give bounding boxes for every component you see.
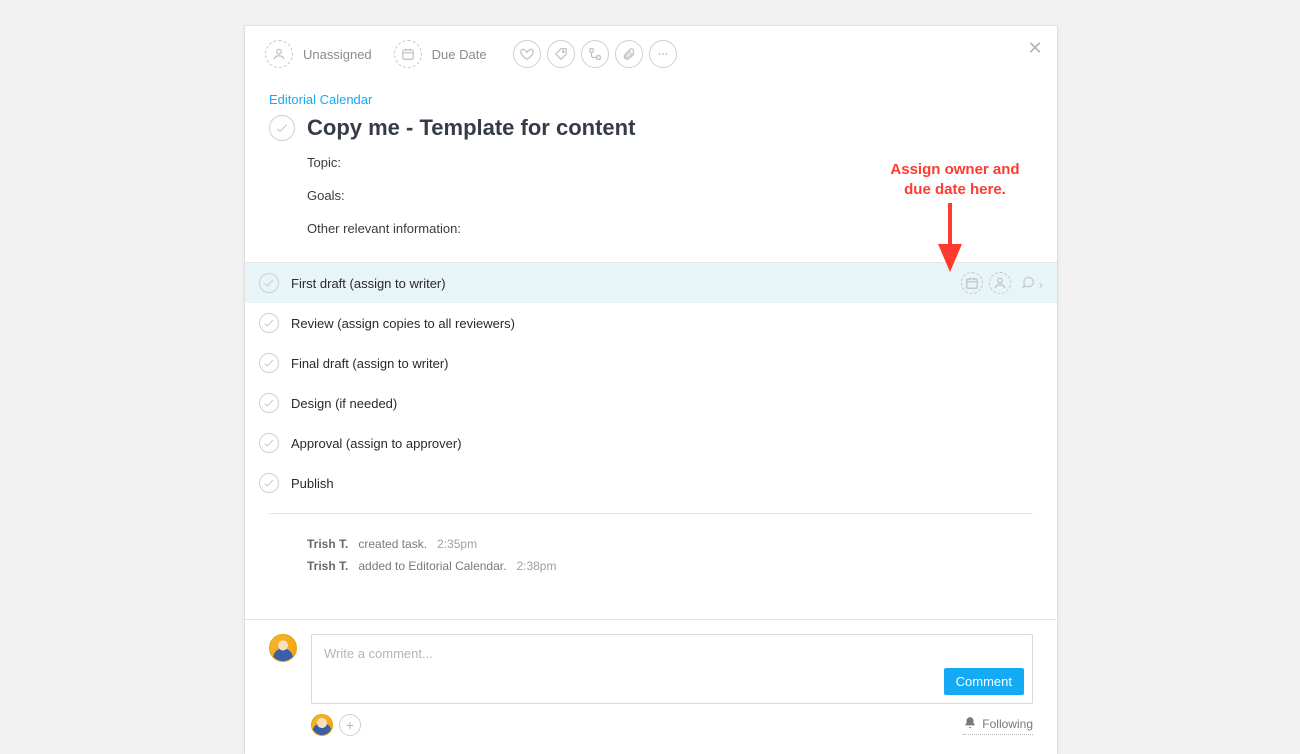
- check-icon: [262, 476, 276, 490]
- subtask-row[interactable]: Publish ›: [245, 463, 1057, 503]
- calendar-icon: [401, 47, 415, 61]
- heart-icon: [520, 47, 534, 61]
- subtask-complete-button[interactable]: [259, 353, 279, 373]
- subtask-due-date-button[interactable]: [961, 272, 983, 294]
- bell-icon: [963, 716, 977, 733]
- paperclip-icon: [622, 47, 636, 61]
- activity-action: added to Editorial Calendar.: [358, 556, 506, 578]
- check-icon: [274, 120, 290, 136]
- subtask-name: Review (assign copies to all reviewers): [291, 316, 515, 331]
- subtask-row[interactable]: Final draft (assign to writer) ›: [245, 343, 1057, 383]
- check-icon: [262, 396, 276, 410]
- like-button[interactable]: [513, 40, 541, 68]
- followers-row: + Following: [269, 704, 1033, 736]
- activity-log: Trish T. created task. 2:35pm Trish T. added…: [269, 513, 1033, 611]
- task-title[interactable]: Copy me - Template for content: [307, 115, 635, 141]
- subtask-complete-button[interactable]: [259, 313, 279, 333]
- person-icon: [993, 276, 1007, 290]
- assignee-button[interactable]: [265, 40, 293, 68]
- subtask-icon: [588, 47, 602, 61]
- subtask-name: Approval (assign to approver): [291, 436, 462, 451]
- comment-region: Write a comment... Comment + Following: [245, 619, 1057, 754]
- subtask-complete-button[interactable]: [259, 433, 279, 453]
- subtask-row[interactable]: Design (if needed) ›: [245, 383, 1057, 423]
- check-icon: [262, 316, 276, 330]
- subtask-complete-button[interactable]: [259, 273, 279, 293]
- check-icon: [262, 436, 276, 450]
- due-date-label[interactable]: Due Date: [432, 47, 487, 62]
- subtask-details-button[interactable]: ›: [1021, 275, 1043, 292]
- field-other: Other relevant information:: [307, 221, 1033, 236]
- comment-icon: [1021, 275, 1035, 289]
- following-toggle[interactable]: Following: [963, 716, 1033, 735]
- check-icon: [262, 276, 276, 290]
- subtask-row[interactable]: Approval (assign to approver) ›: [245, 423, 1057, 463]
- subtask-complete-button[interactable]: [259, 473, 279, 493]
- check-icon: [262, 356, 276, 370]
- activity-time: 2:35pm: [437, 534, 477, 556]
- subtask-name: Final draft (assign to writer): [291, 356, 449, 371]
- subtask-row[interactable]: Review (assign copies to all reviewers) …: [245, 303, 1057, 343]
- following-label: Following: [982, 717, 1033, 731]
- tag-icon: [554, 47, 568, 61]
- subtask-name: First draft (assign to writer): [291, 276, 446, 291]
- activity-time: 2:38pm: [516, 556, 556, 578]
- tags-button[interactable]: [547, 40, 575, 68]
- activity-row: Trish T. added to Editorial Calendar. 2:38…: [307, 556, 1033, 578]
- assignee-label[interactable]: Unassigned: [303, 47, 372, 62]
- comment-button[interactable]: Comment: [944, 668, 1024, 695]
- toolbar-actions: [513, 40, 677, 68]
- subtask-complete-button[interactable]: [259, 393, 279, 413]
- task-toolbar: Unassigned Due Date ✕: [245, 26, 1057, 82]
- subtask-row[interactable]: First draft (assign to writer) ›: [245, 263, 1057, 303]
- task-title-row: Copy me - Template for content: [269, 111, 1033, 149]
- comment-input[interactable]: Write a comment... Comment: [311, 634, 1033, 704]
- activity-actor: Trish T.: [307, 556, 348, 578]
- close-icon: ✕: [1027, 38, 1042, 59]
- plus-icon: +: [346, 717, 354, 733]
- attachment-button[interactable]: [615, 40, 643, 68]
- subtask-assignee-button[interactable]: [989, 272, 1011, 294]
- person-icon: [272, 47, 286, 61]
- activity-action: created task.: [358, 534, 427, 556]
- subtask-list: First draft (assign to writer) ›Review (…: [245, 262, 1057, 503]
- subtask-name: Publish: [291, 476, 334, 491]
- subtask-actions: ›: [961, 272, 1043, 294]
- comment-placeholder: Write a comment...: [324, 646, 433, 661]
- subtask-name: Design (if needed): [291, 396, 397, 411]
- subtask-button[interactable]: [581, 40, 609, 68]
- task-pane: Unassigned Due Date ✕ Ed: [245, 26, 1057, 754]
- project-link[interactable]: Editorial Calendar: [269, 82, 372, 111]
- more-button[interactable]: [649, 40, 677, 68]
- current-user-avatar[interactable]: [269, 634, 297, 662]
- due-date-button[interactable]: [394, 40, 422, 68]
- complete-button[interactable]: [269, 115, 295, 141]
- add-follower-button[interactable]: +: [339, 714, 361, 736]
- ellipsis-icon: [656, 47, 670, 61]
- follower-avatar[interactable]: [311, 714, 333, 736]
- activity-actor: Trish T.: [307, 534, 348, 556]
- annotation-text: Assign owner and due date here.: [860, 160, 1050, 199]
- calendar-icon: [965, 276, 979, 290]
- activity-wrap: Trish T. created task. 2:35pm Trish T. added…: [245, 513, 1057, 619]
- close-button[interactable]: ✕: [1023, 36, 1047, 60]
- activity-row: Trish T. created task. 2:35pm: [307, 534, 1033, 556]
